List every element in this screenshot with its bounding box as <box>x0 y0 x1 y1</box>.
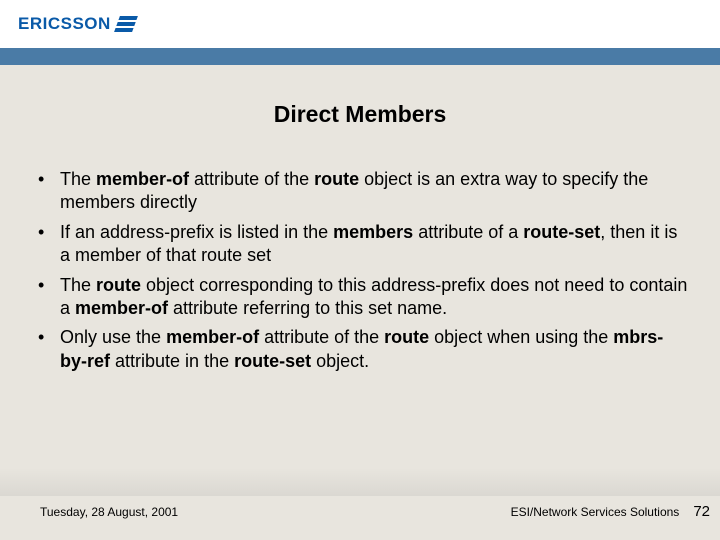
text: object. <box>311 351 369 371</box>
list-item: Only use the member-of attribute of the … <box>30 326 690 373</box>
footer-gradient <box>0 468 720 496</box>
text: If an address-prefix is listed in the <box>60 222 333 242</box>
bold-term: route <box>384 327 429 347</box>
bold-term: route-set <box>234 351 311 371</box>
bold-term: member-of <box>166 327 259 347</box>
footer-org: ESI/Network Services Solutions <box>511 505 680 519</box>
brand-name: ERICSSON <box>18 14 111 34</box>
bold-term: route <box>314 169 359 189</box>
page-title: Direct Members <box>0 101 720 128</box>
brand-logo: ERICSSON <box>18 14 135 34</box>
bold-term: member-of <box>75 298 168 318</box>
list-item: The member-of attribute of the route obj… <box>30 168 690 215</box>
page-number: 72 <box>693 503 710 520</box>
text: Only use the <box>60 327 166 347</box>
text: attribute of a <box>413 222 523 242</box>
header-white: ERICSSON <box>0 0 720 48</box>
text: attribute referring to this set name. <box>168 298 447 318</box>
footer-date: Tuesday, 28 August, 2001 <box>40 505 178 519</box>
text: The <box>60 169 96 189</box>
bullet-list: The member-of attribute of the route obj… <box>30 168 690 373</box>
bold-term: route-set <box>523 222 600 242</box>
bold-term: member-of <box>96 169 189 189</box>
bold-term: members <box>333 222 413 242</box>
text: object when using the <box>429 327 613 347</box>
content-area: The member-of attribute of the route obj… <box>0 168 720 373</box>
text: attribute of the <box>189 169 314 189</box>
text: The <box>60 275 96 295</box>
text: attribute in the <box>110 351 234 371</box>
header-accent-bar <box>0 48 720 65</box>
brand-stripes-icon <box>114 16 138 32</box>
text: attribute of the <box>259 327 384 347</box>
footer-right: ESI/Network Services Solutions 72 <box>511 503 710 520</box>
bold-term: route <box>96 275 141 295</box>
footer: Tuesday, 28 August, 2001 ESI/Network Ser… <box>0 503 720 520</box>
list-item: If an address-prefix is listed in the me… <box>30 221 690 268</box>
list-item: The route object corresponding to this a… <box>30 274 690 321</box>
